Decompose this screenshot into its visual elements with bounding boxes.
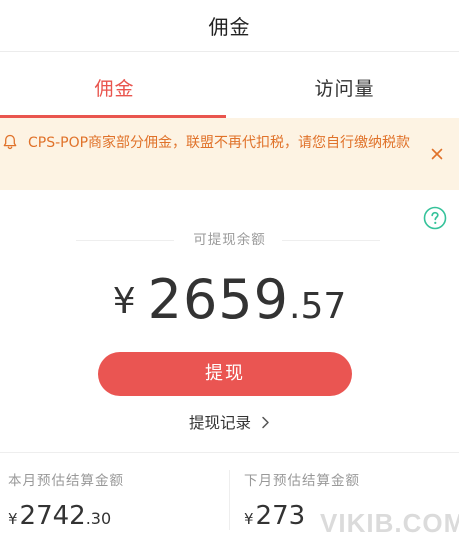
this-month-estimate-value: ¥2742.30 (8, 501, 111, 531)
this-month-estimate-label: 本月预估结算金额 (8, 473, 124, 489)
balance-currency: ¥ (112, 281, 136, 322)
next-month-estimate-label: 下月预估结算金额 (244, 473, 360, 489)
notice-text: CPS-POP商家部分佣金，联盟不再代扣税，请您自行缴纳税款 (28, 135, 411, 151)
tax-notice-banner: CPS-POP商家部分佣金，联盟不再代扣税，请您自行缴纳税款 (0, 118, 459, 190)
tab-commission-label: 佣金 (94, 78, 135, 100)
question-circle-icon[interactable] (423, 206, 447, 230)
tab-commission[interactable]: 佣金 (0, 52, 229, 118)
caption-divider-right (282, 240, 380, 241)
caption-divider-left (76, 240, 174, 241)
watermark: VIKIB.COM (320, 508, 459, 538)
chevron-right-icon (261, 415, 270, 433)
balance-amount: ¥2659.57 (0, 268, 459, 332)
close-icon[interactable] (431, 145, 443, 160)
this-month-estimate: 本月预估结算金额 ¥2742.30 (0, 453, 229, 536)
this-month-currency: ¥ (8, 510, 18, 528)
page-title: 佣金 (208, 15, 251, 39)
withdraw-button[interactable]: 提现 (98, 352, 352, 396)
this-month-decimal: .30 (85, 509, 112, 528)
top-header: 佣金 (0, 0, 459, 52)
this-month-integer: 2742 (19, 501, 86, 531)
next-month-integer: 273 (255, 501, 306, 531)
tab-visits[interactable]: 访问量 (230, 52, 459, 118)
balance-caption-text: 可提现余额 (193, 232, 266, 248)
withdraw-records-link[interactable]: 提现记录 (0, 411, 459, 433)
bell-icon (2, 134, 18, 150)
balance-integer: 2659 (147, 268, 290, 331)
next-month-currency: ¥ (244, 510, 254, 528)
tab-bar: 佣金 访问量 (0, 52, 459, 118)
next-month-estimate-value: ¥273 (244, 501, 305, 531)
balance-caption: 可提现余额 (0, 229, 459, 251)
tab-visits-label: 访问量 (314, 78, 375, 100)
withdraw-records-label: 提现记录 (188, 414, 251, 432)
balance-decimal: .57 (289, 286, 347, 327)
